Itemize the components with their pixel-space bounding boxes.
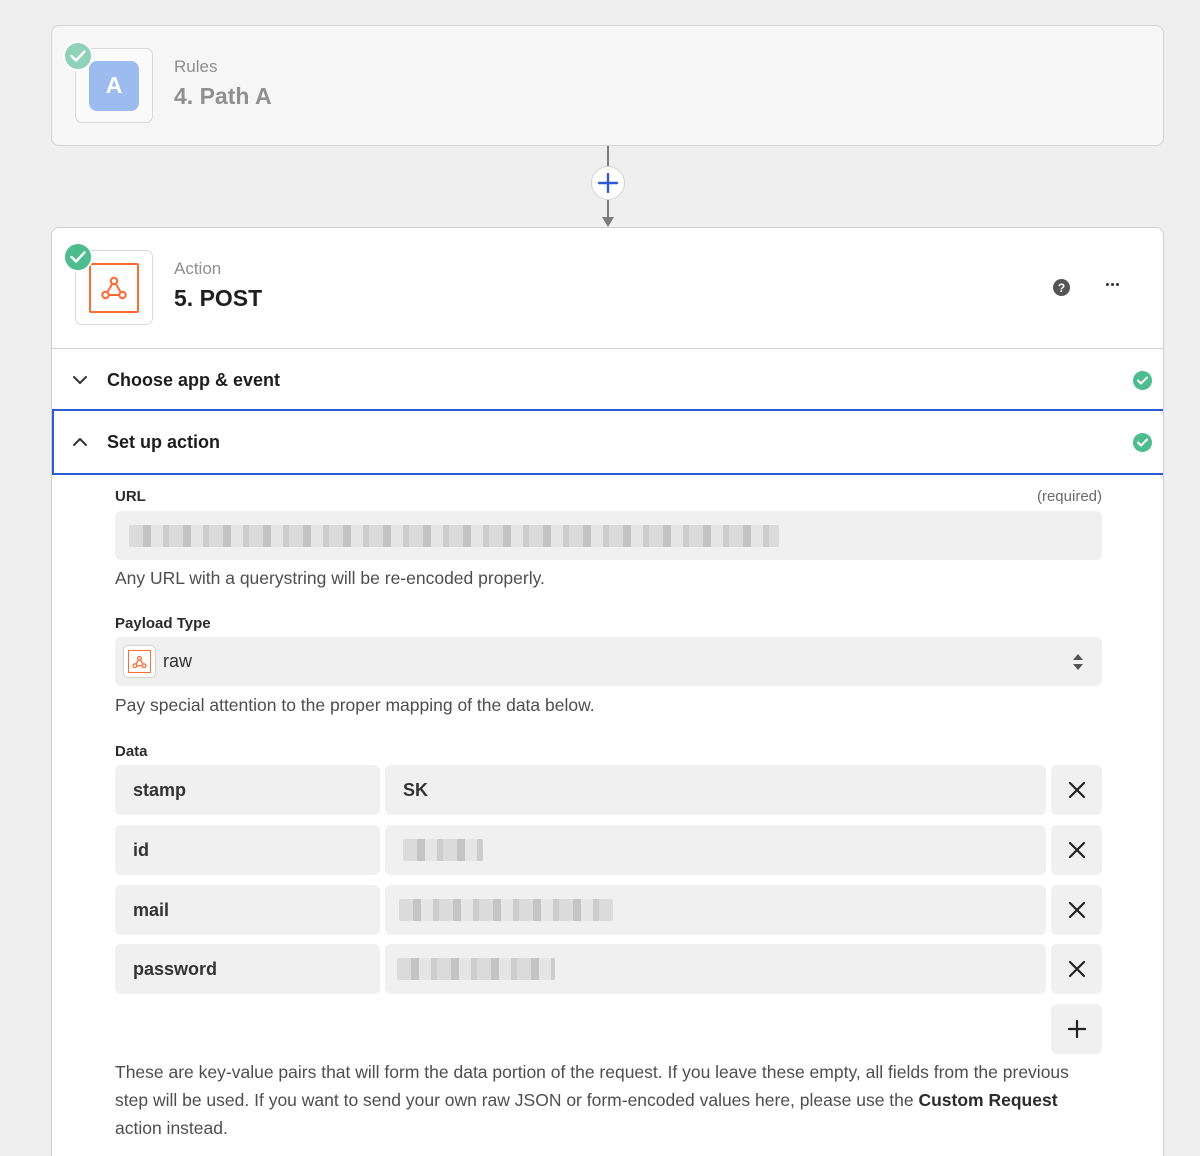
step-kind: Action — [174, 259, 222, 278]
letter-a-icon: A — [89, 60, 139, 111]
data-row: password — [115, 944, 1102, 994]
data-row: stamp SK — [115, 765, 1102, 815]
plus-icon — [1067, 1020, 1086, 1038]
url-input[interactable] — [115, 511, 1102, 560]
step-card-post: Action 5. POST ? Choose app & event Set … — [51, 227, 1164, 1156]
redacted-value — [403, 839, 483, 861]
check-icon — [63, 41, 93, 71]
step-title: 5. POST — [174, 285, 263, 311]
step-title: 4. Path A — [174, 83, 272, 109]
chevron-up-icon — [73, 438, 87, 446]
check-icon — [63, 242, 93, 272]
help-icon[interactable]: ? — [1053, 279, 1070, 296]
close-icon — [1068, 781, 1085, 799]
add-row-button[interactable] — [1051, 1004, 1102, 1054]
remove-row-button[interactable] — [1051, 885, 1102, 935]
section-set-up-action[interactable]: Set up action — [52, 409, 1163, 475]
close-icon — [1068, 901, 1085, 919]
data-label: Data — [115, 743, 148, 760]
select-arrows-icon — [1073, 654, 1083, 670]
section-label: Set up action — [107, 431, 221, 452]
payload-type-value: raw — [163, 651, 193, 671]
url-label: URL — [115, 488, 146, 505]
webhook-icon — [123, 645, 156, 678]
data-key-input[interactable]: stamp — [115, 765, 380, 815]
close-icon — [1068, 841, 1085, 859]
redacted-value — [129, 524, 779, 547]
more-icon[interactable] — [1104, 277, 1121, 292]
remove-row-button[interactable] — [1051, 825, 1102, 875]
webhook-icon — [89, 262, 139, 313]
section-label: Choose app & event — [107, 369, 281, 390]
data-help-part2: action instead. — [115, 1118, 228, 1138]
data-value-input[interactable] — [385, 825, 1046, 875]
check-icon — [1133, 370, 1152, 390]
payload-type-select[interactable]: raw — [115, 637, 1102, 686]
close-icon — [1068, 960, 1085, 978]
required-label: (required) — [1036, 488, 1102, 505]
step-card-path-a[interactable]: A Rules 4. Path A — [51, 25, 1164, 146]
chevron-down-icon — [73, 376, 87, 384]
step-kind: Rules — [174, 57, 218, 76]
data-value-input[interactable] — [385, 944, 1046, 994]
section-choose-app-event[interactable]: Choose app & event — [52, 348, 1163, 411]
custom-request-link-text: Custom Request — [918, 1090, 1058, 1110]
data-row: id — [115, 825, 1102, 875]
remove-row-button[interactable] — [1051, 944, 1102, 994]
payload-type-label: Payload Type — [115, 615, 211, 632]
data-value-input[interactable]: SK — [385, 765, 1046, 815]
data-row: mail — [115, 885, 1102, 935]
add-step-button[interactable] — [591, 166, 625, 200]
data-key-input[interactable]: password — [115, 944, 380, 994]
redacted-value — [399, 899, 613, 921]
url-help-text: Any URL with a querystring will be re-en… — [115, 568, 545, 588]
plus-icon — [598, 173, 618, 193]
payload-help-text: Pay special attention to the proper mapp… — [115, 695, 595, 715]
connector-line — [607, 200, 609, 218]
data-value-input[interactable] — [385, 885, 1046, 935]
data-key-input[interactable]: id — [115, 825, 380, 875]
redacted-value — [397, 958, 555, 980]
check-icon — [1133, 432, 1152, 452]
data-key-input[interactable]: mail — [115, 885, 380, 935]
arrow-down-icon — [602, 217, 614, 227]
data-help-text: These are key-value pairs that will form… — [115, 1058, 1102, 1142]
remove-row-button[interactable] — [1051, 765, 1102, 815]
connector-line — [607, 146, 609, 166]
